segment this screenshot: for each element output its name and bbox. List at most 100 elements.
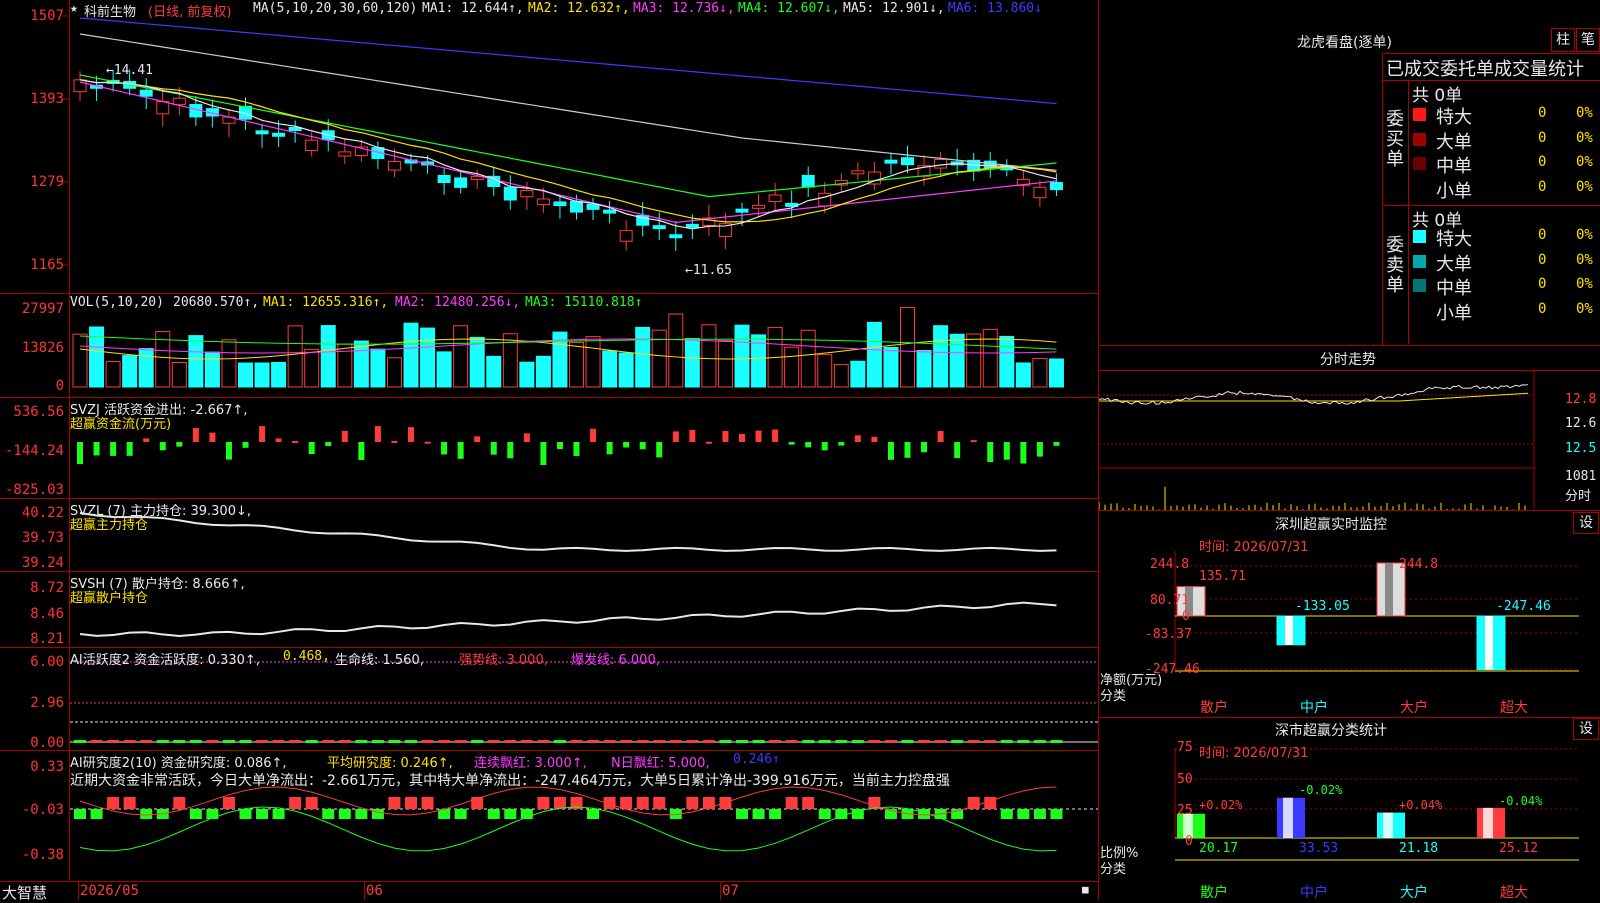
volume-panel[interactable]: VOL(5,10,20) 20680.570↑, MA1: 12655.316↑… [0,294,1098,398]
volume-bar [850,360,866,388]
svzl-panel[interactable]: SVZL (7) 主力持仓: 39.300↓, 超赢主力持仓 40.22 39.… [0,499,1098,572]
mon-bar-value: -247.46 [1496,599,1551,614]
research-bar [305,797,318,809]
activity-bar [371,740,384,743]
row-value: 0 [1538,154,1547,170]
flow-bar [159,442,166,451]
flow-bar [176,442,183,447]
volume-bar [436,351,452,388]
row-name: 特大 [1436,107,1472,128]
ai-research-tick: -0.38 [21,847,64,863]
volume-bar [684,338,700,388]
lock-icon[interactable]: ■ [1082,883,1089,896]
research-bar [636,797,649,809]
flow-bar [474,436,481,442]
dragon-row: 小单 0 0% [1411,299,1600,324]
research-bar [256,809,269,819]
ma4-value: MA4: 12.607↓, [738,1,840,16]
buy-label: 委买单 [1386,109,1404,170]
stat-xlabel: 分类 [1100,862,1127,877]
volume-bar [403,322,419,388]
mon-tick: 80.71 [1150,593,1190,608]
ai-activity-tick: 2.96 [30,695,64,711]
low-annotation: ←11.65 [685,263,732,278]
mon-cat: 超大 [1500,700,1528,716]
activity-bar [140,740,153,743]
ai-research-nred: N日飘红: 5.000, [611,756,710,771]
volume-bar [469,336,485,388]
candle [272,132,286,137]
flow-bar [672,431,679,442]
row-percent: 0% [1576,276,1593,292]
activity-bar [984,740,997,743]
row-value: 0 [1538,300,1547,317]
row-name: 中单 [1436,156,1472,177]
dragon-title: 龙虎看盘(逐单) [1297,35,1392,51]
sz-stats-chart[interactable] [1099,718,1600,901]
ai-activity-tick: 6.00 [30,654,64,670]
volume-bar [900,307,915,388]
flow-bar [921,442,928,453]
monitor-bar [1476,615,1506,671]
activity-bar [388,740,401,743]
monitor-bar-shine [1385,563,1393,616]
sz-monitor-panel[interactable]: 深圳超赢实时监控 设 时间: 2026/07/31 244.8 80.71 0 … [1099,510,1600,717]
activity-bar [206,740,219,743]
high-annotation: ←14.41 [106,63,153,78]
ma6-value: MA6: 13.860↓ [948,1,1042,16]
flow-bar [143,438,150,442]
row-name: 小单 [1436,302,1472,324]
svsh-tick: 8.21 [30,631,64,647]
research-bar [289,797,302,809]
vol-ma2: MA2: 12480.256↓, [395,295,521,310]
intraday-panel[interactable]: 分时走势 12.8 12.6 12.5 1081 分时 [1099,345,1600,510]
ai-activity-panel[interactable]: AI活跃度2 资金活跃度: 0.330↑, 0.468, 生命线: 1.560,… [0,648,1098,751]
stat-tick: 25 [1177,803,1193,818]
activity-bar [520,740,533,743]
research-bar [620,797,633,809]
activity-bar [719,740,732,743]
row-value: 0 [1538,178,1547,195]
kline-chart[interactable] [0,0,1098,293]
flow-bar [821,442,828,451]
flow-bar [192,428,199,442]
svsh-panel[interactable]: SVSH (7) 散户持仓: 8.666↑, 超赢散户持仓 8.72 8.46 … [0,572,1098,648]
legend-swatch [1413,181,1426,195]
volume-bar [999,335,1015,388]
activity-bar [785,740,798,743]
volume-bar [1015,362,1031,388]
candle [520,190,534,198]
activity-bar [322,740,335,743]
intraday-chart[interactable] [1099,346,1600,510]
research-bar [272,809,285,819]
flow-bar [374,426,381,442]
svzj-panel[interactable]: SVZJ 活跃资金进出: -2.667↑, 超赢资金流(万元) 536.56 -… [0,398,1098,499]
research-bar [1050,809,1063,819]
ai-research-panel[interactable]: AI研究度2(10) 资金研究度: 0.086↑, 平均研究度: 0.246↑,… [0,751,1098,882]
volume-bar [138,348,154,388]
ai-life-line: 生命线: 1.560, [335,653,424,668]
bar-mode-button[interactable]: 柱 [1551,28,1575,52]
sz-monitor-chart[interactable] [1099,511,1600,717]
research-bar [984,797,997,809]
volume-bar [271,361,287,388]
activity-bar [1017,740,1030,743]
tick-mode-button[interactable]: 笔 [1576,28,1600,52]
stock-mode: (日线, 前复权) [148,5,232,20]
svzl-tick: 40.22 [21,505,64,521]
price-tick: 1507 [30,8,64,24]
research-bar [752,809,765,819]
stock-star-icon: ★ [70,1,78,16]
research-bar [802,797,815,809]
volume-bar [420,327,436,388]
candle [801,174,815,188]
svzj-tick: -144.24 [4,443,64,459]
flow-bar [606,442,613,455]
sz-stats-panel[interactable]: 深市超赢分类统计 设 时间: 2026/07/31 75 50 25 0 比例%… [1099,717,1600,901]
volume-bar [701,324,717,388]
flow-bar [573,442,580,456]
flow-bar [292,441,299,444]
kline-panel[interactable]: ★ 科前生物 (日线, 前复权) MA(5,10,20,30,60,120) M… [0,0,1098,294]
flow-bar [490,442,497,455]
legend-swatch [1413,303,1426,317]
